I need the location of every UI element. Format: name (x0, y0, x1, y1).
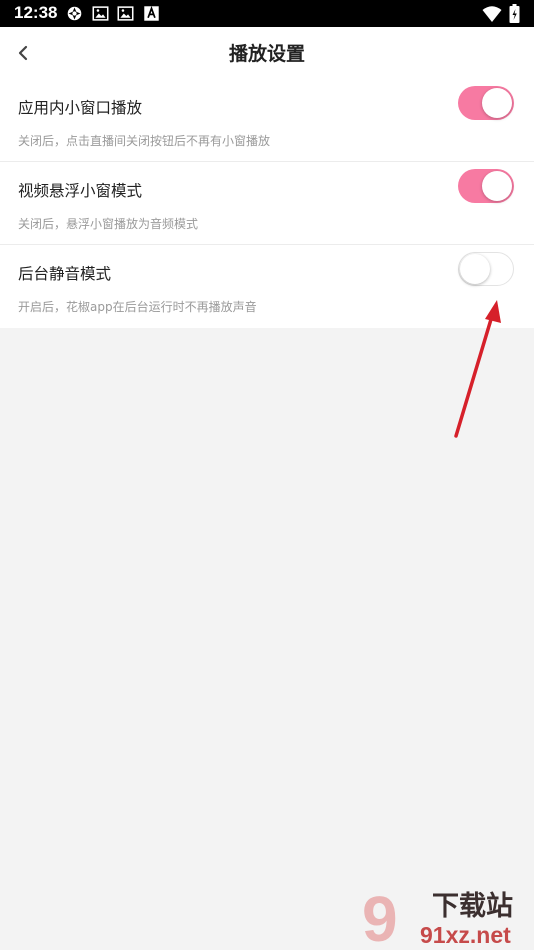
status-time: 12:38 (14, 3, 58, 22)
page-title: 播放设置 (228, 43, 305, 65)
toggle-knob (482, 171, 512, 201)
setting-description: 关闭后，悬浮小窗播放为音频模式 (18, 217, 199, 231)
setting-description: 关闭后，点击直播间关闭按钮后不再有小窗播放 (18, 134, 271, 148)
gallery-icon (92, 6, 109, 21)
watermark-logo-icon: 9 下载站 91xz.net (362, 885, 513, 947)
setting-row-in-app-mini-window: 应用内小窗口播放 关闭后，点击直播间关闭按钮后不再有小窗播放 (0, 79, 534, 162)
status-bar: 12:38 (0, 0, 534, 27)
font-icon (144, 5, 159, 21)
in-app-mini-window-toggle[interactable] (458, 86, 514, 120)
toggle-knob (482, 88, 512, 118)
floating-window-toggle[interactable] (458, 169, 514, 203)
setting-title: 视频悬浮小窗模式 (18, 182, 143, 200)
header: 播放设置 (0, 27, 534, 79)
setting-title: 后台静音模式 (18, 265, 112, 283)
background-mute-toggle[interactable] (458, 252, 514, 286)
setting-row-floating-window: 视频悬浮小窗模式 关闭后，悬浮小窗播放为音频模式 (0, 162, 534, 245)
watermark-url: 91xz.net (420, 922, 511, 947)
battery-icon (509, 4, 520, 23)
wifi-icon (482, 6, 502, 22)
settings-icon (67, 6, 82, 21)
watermark-text: 下载站 (432, 891, 513, 922)
watermark-logo: 9 (362, 885, 398, 947)
annotation-arrow-icon (454, 300, 501, 438)
gallery-icon (117, 6, 134, 21)
setting-description: 开启后，花椒app在后台运行时不再播放声音 (18, 300, 257, 314)
setting-title: 应用内小窗口播放 (18, 99, 143, 117)
toggle-knob (460, 253, 490, 284)
